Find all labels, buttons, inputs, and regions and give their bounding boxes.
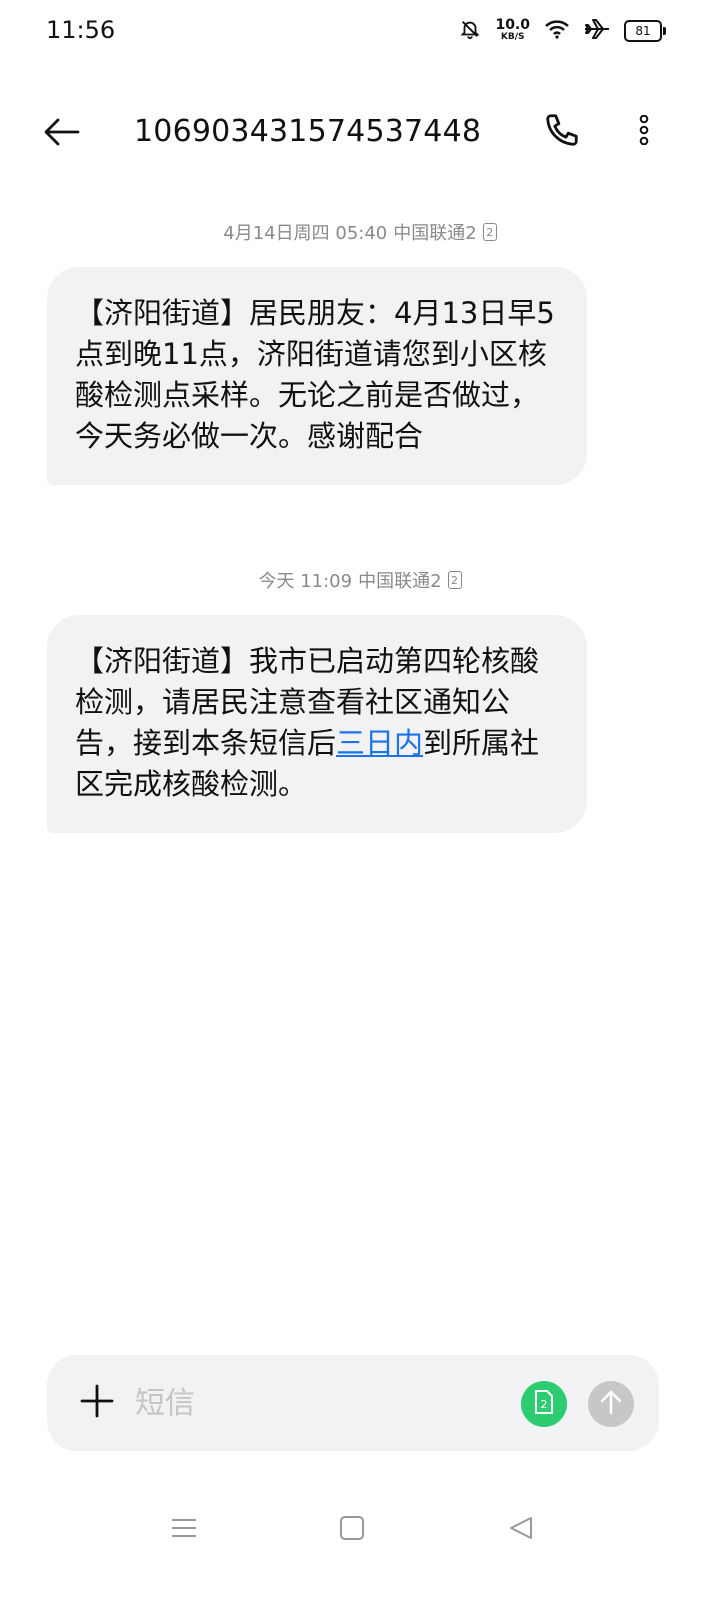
carrier-label: 中国联通2 (393, 223, 477, 244)
timestamp-text: 4月14日周四 05:40 (223, 223, 388, 244)
menu-icon (171, 1517, 197, 1543)
message-bubble[interactable]: 【济阳街道】我市已启动第四轮核酸检测，请居民注意查看社区通知公告，接到本条短信后… (47, 615, 587, 833)
plus-icon (80, 1384, 114, 1422)
carrier-label: 中国联通2 (358, 571, 442, 592)
sim-select-button[interactable]: 2 (521, 1381, 567, 1427)
mute-bell-icon (459, 18, 481, 44)
call-button[interactable] (540, 110, 584, 154)
message-input[interactable] (133, 1377, 497, 1429)
send-button[interactable] (588, 1381, 634, 1427)
nav-recents-button[interactable] (160, 1510, 208, 1550)
status-bar: 11:56 10.0 KB/S 81 (0, 0, 720, 64)
network-speed: 10.0 KB/S (495, 17, 530, 43)
contact-title: 1069034315745374​48 (134, 114, 482, 149)
message-composer: 2 (47, 1355, 659, 1451)
back-triangle-icon (508, 1515, 534, 1545)
conversation-header: 1069034315745374​48 (0, 100, 720, 164)
nav-home-button[interactable] (328, 1510, 376, 1550)
message-timestamp: 4月14日周四 05:40 中国联通2 2 (0, 219, 720, 245)
system-nav-bar (0, 1500, 720, 1560)
sim-card-icon: 2 (482, 223, 497, 241)
sim-number: 2 (541, 1398, 548, 1411)
speed-value: 10.0 (495, 17, 530, 33)
more-options-button[interactable] (624, 110, 664, 154)
message-link[interactable]: 三日内 (336, 726, 423, 760)
add-attachment-button[interactable] (75, 1381, 119, 1425)
status-time: 11:56 (46, 16, 116, 44)
phone-icon (543, 111, 581, 153)
sim-card-icon: 2 (533, 1389, 555, 1419)
airplane-icon (584, 18, 610, 44)
message-timestamp: 今天 11:09 中国联通2 2 (0, 567, 720, 593)
nav-back-button[interactable] (497, 1510, 545, 1550)
more-vertical-icon (638, 114, 650, 149)
message-text: 【济阳街道】居民朋友：4月13日早5点到晚11点，济阳街道请您到小区核酸检测点采… (75, 296, 555, 453)
battery-icon: 81 (624, 20, 666, 42)
message-bubble[interactable]: 【济阳街道】居民朋友：4月13日早5点到晚11点，济阳街道请您到小区核酸检测点采… (47, 267, 587, 485)
arrow-up-icon (599, 1389, 623, 1419)
home-square-icon (339, 1515, 365, 1545)
wifi-icon (544, 18, 570, 44)
status-icons: 10.0 KB/S 81 (459, 17, 666, 44)
back-button[interactable] (40, 112, 84, 156)
speed-unit: KB/S (500, 32, 525, 42)
arrow-left-icon (44, 118, 80, 150)
timestamp-text: 今天 11:09 (258, 571, 353, 592)
sim-card-icon: 2 (447, 571, 462, 589)
battery-level: 81 (635, 24, 651, 38)
